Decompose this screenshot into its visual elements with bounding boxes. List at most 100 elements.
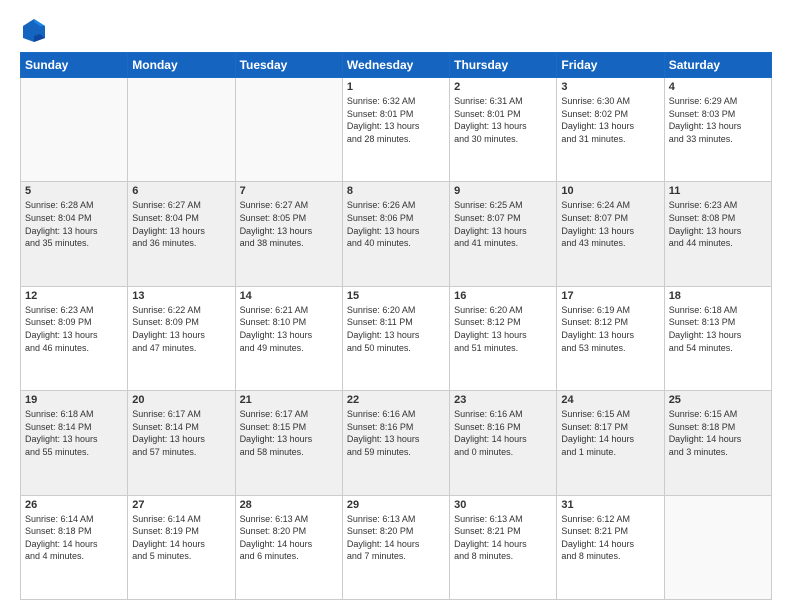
calendar-table: SundayMondayTuesdayWednesdayThursdayFrid…	[20, 52, 772, 600]
day-info: Sunrise: 6:21 AM Sunset: 8:10 PM Dayligh…	[240, 304, 338, 354]
day-info: Sunrise: 6:16 AM Sunset: 8:16 PM Dayligh…	[347, 408, 445, 458]
day-info: Sunrise: 6:16 AM Sunset: 8:16 PM Dayligh…	[454, 408, 552, 458]
calendar-cell: 12 Sunrise: 6:23 AM Sunset: 8:09 PM Dayli…	[21, 286, 128, 390]
calendar-cell	[664, 495, 771, 599]
calendar-cell: 7Sunrise: 6:27 AM Sunset: 8:05 PM Daylig…	[235, 182, 342, 286]
calendar-cell: 8 Sunrise: 6:26 AM Sunset: 8:06 PM Daylig…	[342, 182, 449, 286]
day-info: Sunrise: 6:12 AM Sunset: 8:21 PM Dayligh…	[561, 513, 659, 563]
day-number: 21	[240, 394, 338, 406]
day-number: 12	[25, 290, 123, 302]
day-info: Sunrise: 6:13 AM Sunset: 8:20 PM Dayligh…	[240, 513, 338, 563]
day-info: Sunrise: 6:13 AM Sunset: 8:21 PM Dayligh…	[454, 513, 552, 563]
header	[20, 16, 772, 44]
day-info: Sunrise: 6:19 AM Sunset: 8:12 PM Dayligh…	[561, 304, 659, 354]
calendar-cell: 18Sunrise: 6:18 AM Sunset: 8:13 PM Dayli…	[664, 286, 771, 390]
day-info: Sunrise: 6:24 AM Sunset: 8:07 PM Dayligh…	[561, 199, 659, 249]
day-number: 15	[347, 290, 445, 302]
day-info: Sunrise: 6:17 AM Sunset: 8:14 PM Dayligh…	[132, 408, 230, 458]
day-info: Sunrise: 6:15 AM Sunset: 8:17 PM Dayligh…	[561, 408, 659, 458]
calendar-cell: 13 Sunrise: 6:22 AM Sunset: 8:09 PM Dayli…	[128, 286, 235, 390]
calendar-cell: 30 Sunrise: 6:13 AM Sunset: 8:21 PM Dayli…	[450, 495, 557, 599]
day-info: Sunrise: 6:32 AM Sunset: 8:01 PM Dayligh…	[347, 95, 445, 145]
page: SundayMondayTuesdayWednesdayThursdayFrid…	[0, 0, 792, 612]
calendar-cell	[128, 78, 235, 182]
calendar-cell: 19 Sunrise: 6:18 AM Sunset: 8:14 PM Dayli…	[21, 391, 128, 495]
calendar-cell: 2Sunrise: 6:31 AM Sunset: 8:01 PM Daylig…	[450, 78, 557, 182]
day-number: 30	[454, 499, 552, 511]
day-info: Sunrise: 6:20 AM Sunset: 8:12 PM Dayligh…	[454, 304, 552, 354]
day-info: Sunrise: 6:22 AM Sunset: 8:09 PM Dayligh…	[132, 304, 230, 354]
calendar-cell: 4 Sunrise: 6:29 AM Sunset: 8:03 PM Daylig…	[664, 78, 771, 182]
day-info: Sunrise: 6:18 AM Sunset: 8:13 PM Dayligh…	[669, 304, 767, 354]
day-number: 27	[132, 499, 230, 511]
calendar-cell: 29 Sunrise: 6:13 AM Sunset: 8:20 PM Dayli…	[342, 495, 449, 599]
day-number: 11	[669, 185, 767, 197]
day-info: Sunrise: 6:18 AM Sunset: 8:14 PM Dayligh…	[25, 408, 123, 458]
calendar-cell: 11 Sunrise: 6:23 AM Sunset: 8:08 PM Dayli…	[664, 182, 771, 286]
calendar-cell: 10 Sunrise: 6:24 AM Sunset: 8:07 PM Dayli…	[557, 182, 664, 286]
day-info: Sunrise: 6:17 AM Sunset: 8:15 PM Dayligh…	[240, 408, 338, 458]
calendar-cell: 26Sunrise: 6:14 AM Sunset: 8:18 PM Dayli…	[21, 495, 128, 599]
day-number: 31	[561, 499, 659, 511]
day-info: Sunrise: 6:26 AM Sunset: 8:06 PM Dayligh…	[347, 199, 445, 249]
day-number: 6	[132, 185, 230, 197]
day-number: 14	[240, 290, 338, 302]
calendar-header-thursday: Thursday	[450, 53, 557, 78]
calendar-cell: 5Sunrise: 6:28 AM Sunset: 8:04 PM Daylig…	[21, 182, 128, 286]
calendar-header-monday: Monday	[128, 53, 235, 78]
calendar-cell: 31 Sunrise: 6:12 AM Sunset: 8:21 PM Dayli…	[557, 495, 664, 599]
logo-icon	[20, 16, 48, 44]
day-number: 5	[25, 185, 123, 197]
calendar-cell: 3 Sunrise: 6:30 AM Sunset: 8:02 PM Daylig…	[557, 78, 664, 182]
day-number: 16	[454, 290, 552, 302]
day-info: Sunrise: 6:20 AM Sunset: 8:11 PM Dayligh…	[347, 304, 445, 354]
day-info: Sunrise: 6:13 AM Sunset: 8:20 PM Dayligh…	[347, 513, 445, 563]
calendar-week-4: 26Sunrise: 6:14 AM Sunset: 8:18 PM Dayli…	[21, 495, 772, 599]
calendar-cell: 14 Sunrise: 6:21 AM Sunset: 8:10 PM Dayli…	[235, 286, 342, 390]
day-number: 8	[347, 185, 445, 197]
day-number: 29	[347, 499, 445, 511]
day-number: 23	[454, 394, 552, 406]
calendar-cell: 16 Sunrise: 6:20 AM Sunset: 8:12 PM Dayli…	[450, 286, 557, 390]
calendar-cell: 6Sunrise: 6:27 AM Sunset: 8:04 PM Daylig…	[128, 182, 235, 286]
calendar-cell: 9 Sunrise: 6:25 AM Sunset: 8:07 PM Daylig…	[450, 182, 557, 286]
day-number: 17	[561, 290, 659, 302]
calendar-cell	[235, 78, 342, 182]
calendar-week-2: 12 Sunrise: 6:23 AM Sunset: 8:09 PM Dayli…	[21, 286, 772, 390]
calendar-header-saturday: Saturday	[664, 53, 771, 78]
day-number: 3	[561, 81, 659, 93]
day-number: 1	[347, 81, 445, 93]
day-number: 13	[132, 290, 230, 302]
day-info: Sunrise: 6:23 AM Sunset: 8:09 PM Dayligh…	[25, 304, 123, 354]
day-info: Sunrise: 6:30 AM Sunset: 8:02 PM Dayligh…	[561, 95, 659, 145]
day-info: Sunrise: 6:31 AM Sunset: 8:01 PM Dayligh…	[454, 95, 552, 145]
calendar-cell: 22 Sunrise: 6:16 AM Sunset: 8:16 PM Dayli…	[342, 391, 449, 495]
day-info: Sunrise: 6:23 AM Sunset: 8:08 PM Dayligh…	[669, 199, 767, 249]
calendar-cell: 20Sunrise: 6:17 AM Sunset: 8:14 PM Dayli…	[128, 391, 235, 495]
day-info: Sunrise: 6:29 AM Sunset: 8:03 PM Dayligh…	[669, 95, 767, 145]
day-number: 10	[561, 185, 659, 197]
calendar-cell: 1 Sunrise: 6:32 AM Sunset: 8:01 PM Daylig…	[342, 78, 449, 182]
day-number: 26	[25, 499, 123, 511]
calendar-cell: 23 Sunrise: 6:16 AM Sunset: 8:16 PM Dayli…	[450, 391, 557, 495]
calendar-header-row: SundayMondayTuesdayWednesdayThursdayFrid…	[21, 53, 772, 78]
day-number: 24	[561, 394, 659, 406]
calendar-header-friday: Friday	[557, 53, 664, 78]
calendar-cell: 17 Sunrise: 6:19 AM Sunset: 8:12 PM Dayli…	[557, 286, 664, 390]
day-number: 9	[454, 185, 552, 197]
logo	[20, 16, 52, 44]
calendar-cell: 24 Sunrise: 6:15 AM Sunset: 8:17 PM Dayli…	[557, 391, 664, 495]
day-info: Sunrise: 6:25 AM Sunset: 8:07 PM Dayligh…	[454, 199, 552, 249]
calendar-week-1: 5Sunrise: 6:28 AM Sunset: 8:04 PM Daylig…	[21, 182, 772, 286]
calendar-header-tuesday: Tuesday	[235, 53, 342, 78]
calendar-header-wednesday: Wednesday	[342, 53, 449, 78]
calendar-cell: 21 Sunrise: 6:17 AM Sunset: 8:15 PM Dayli…	[235, 391, 342, 495]
calendar-cell: 15 Sunrise: 6:20 AM Sunset: 8:11 PM Dayli…	[342, 286, 449, 390]
day-number: 28	[240, 499, 338, 511]
calendar-cell: 25Sunrise: 6:15 AM Sunset: 8:18 PM Dayli…	[664, 391, 771, 495]
calendar-header-sunday: Sunday	[21, 53, 128, 78]
day-number: 19	[25, 394, 123, 406]
day-number: 7	[240, 185, 338, 197]
day-number: 22	[347, 394, 445, 406]
day-number: 4	[669, 81, 767, 93]
